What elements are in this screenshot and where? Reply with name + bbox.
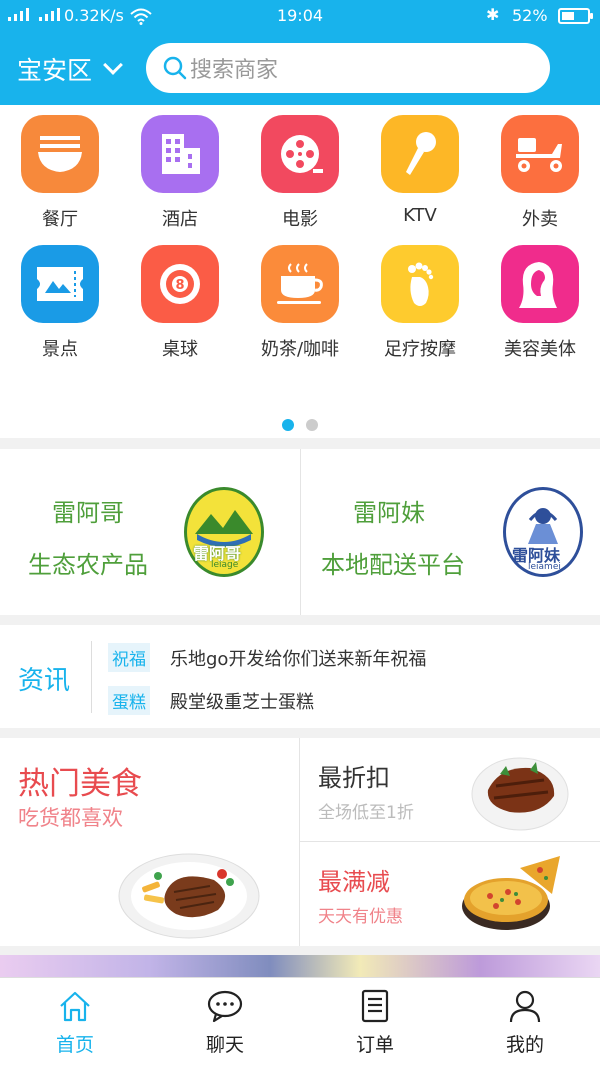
city-selector[interactable]: 宝安区 bbox=[17, 51, 123, 87]
status-bar: 0.32K/s 19:04 ✱ 52% bbox=[0, 0, 600, 33]
tab-chat[interactable]: 聊天 bbox=[150, 978, 300, 1067]
promo-section: 雷阿哥 生态农产品 雷阿哥 leiage 雷阿妹 本地配送平台 雷阿妹 leia… bbox=[0, 449, 600, 615]
category-label: 美容美体 bbox=[504, 339, 576, 360]
discount-card[interactable]: 最折扣 全场低至1折 bbox=[300, 738, 600, 841]
bottom-tab-bar: 首页 聊天 订单 我的 bbox=[0, 977, 600, 1067]
category-label: KTV bbox=[403, 205, 437, 226]
leiamei-logo: 雷阿妹 leiamei bbox=[503, 487, 583, 577]
home-icon bbox=[60, 991, 90, 1022]
city-label: 宝安区 bbox=[17, 56, 93, 85]
promo-title: 雷阿哥 bbox=[52, 499, 124, 527]
braised-meat-image bbox=[471, 757, 569, 831]
category-label: 酒店 bbox=[162, 209, 198, 230]
leiage-logo: 雷阿哥 leiage bbox=[184, 487, 264, 577]
full-cut-card[interactable]: 最满减 天天有优惠 bbox=[300, 842, 600, 945]
tab-label: 订单 bbox=[355, 1034, 394, 1056]
food-section: 热门美食 吃货都喜欢 最折扣 全场低至1折 最满减 天天有优惠 bbox=[0, 738, 600, 946]
category-label: 奶茶/咖啡 bbox=[260, 339, 340, 360]
user-icon bbox=[509, 990, 541, 1023]
bluetooth-icon: ✱ bbox=[486, 5, 500, 24]
page-indicator bbox=[0, 419, 600, 431]
tab-label: 我的 bbox=[505, 1034, 544, 1056]
microphone-icon bbox=[381, 115, 459, 193]
chat-bubble-icon bbox=[207, 990, 243, 1023]
leiage-logo-sub: leiage bbox=[211, 560, 239, 570]
category-label: 餐厅 bbox=[42, 209, 78, 230]
tab-label: 首页 bbox=[55, 1034, 94, 1056]
news-text: 殿堂级重芝士蛋糕 bbox=[170, 691, 314, 713]
leiamei-logo-sub: leiamei bbox=[528, 562, 561, 572]
category-coffee[interactable]: 奶茶/咖啡 bbox=[240, 245, 360, 361]
top-header: 宝安区 搜索商家 bbox=[0, 33, 600, 105]
news-item[interactable]: 祝福 乐地go开发给你们送来新年祝福 bbox=[108, 643, 426, 672]
promo-leiamei[interactable]: 雷阿妹 本地配送平台 雷阿妹 leiamei bbox=[300, 449, 600, 615]
category-label: 桌球 bbox=[162, 339, 198, 360]
promo-subtitle: 本地配送平台 bbox=[321, 551, 465, 579]
tab-home[interactable]: 首页 bbox=[0, 978, 150, 1067]
search-icon bbox=[163, 56, 187, 80]
news-section: 资讯 祝福 乐地go开发给你们送来新年祝福 蛋糕 殿堂级重芝士蛋糕 bbox=[0, 625, 600, 728]
news-item[interactable]: 蛋糕 殿堂级重芝士蛋糕 bbox=[108, 686, 314, 715]
category-label: 景点 bbox=[42, 339, 78, 360]
category-restaurant[interactable]: 餐厅 bbox=[0, 115, 120, 231]
hotel-building-icon bbox=[141, 115, 219, 193]
pizza-image bbox=[462, 856, 560, 930]
news-tag: 蛋糕 bbox=[108, 686, 150, 715]
discount-subtitle: 全场低至1折 bbox=[318, 803, 414, 823]
category-label: 外卖 bbox=[522, 209, 558, 230]
search-placeholder: 搜索商家 bbox=[190, 58, 279, 83]
promo-subtitle: 生态农产品 bbox=[28, 551, 148, 579]
woman-profile-icon bbox=[501, 245, 579, 323]
page-dot-active bbox=[282, 419, 294, 431]
hot-food-subtitle: 吃货都喜欢 bbox=[18, 806, 123, 830]
promo-leiage[interactable]: 雷阿哥 生态农产品 雷阿哥 leiage bbox=[0, 449, 300, 615]
news-tag: 祝福 bbox=[108, 643, 150, 672]
tab-orders[interactable]: 订单 bbox=[300, 978, 450, 1067]
search-input[interactable]: 搜索商家 bbox=[146, 43, 550, 93]
full-cut-subtitle: 天天有优惠 bbox=[318, 907, 403, 927]
steak-plate-image bbox=[118, 853, 260, 939]
battery-icon bbox=[558, 8, 593, 24]
promo-title: 雷阿妹 bbox=[353, 499, 425, 527]
category-beauty[interactable]: 美容美体 bbox=[480, 245, 600, 361]
category-label: 电影 bbox=[282, 209, 318, 230]
promo-banner[interactable] bbox=[0, 955, 600, 977]
coffee-cup-icon bbox=[261, 245, 339, 323]
category-attraction[interactable]: 景点 bbox=[0, 245, 120, 361]
category-billiards[interactable]: 8 桌球 bbox=[120, 245, 240, 361]
discount-title: 最折扣 bbox=[318, 764, 390, 792]
category-grid: 餐厅 酒店 电影 KTV 外卖 景点 8 桌球 奶茶/咖啡 足疗按摩 美容美体 bbox=[0, 105, 600, 438]
tab-profile[interactable]: 我的 bbox=[450, 978, 600, 1067]
category-foot-massage[interactable]: 足疗按摩 bbox=[360, 245, 480, 361]
category-ktv[interactable]: KTV bbox=[360, 115, 480, 226]
category-hotel[interactable]: 酒店 bbox=[120, 115, 240, 231]
ticket-icon bbox=[21, 245, 99, 323]
news-text: 乐地go开发给你们送来新年祝福 bbox=[170, 648, 427, 670]
chevron-down-icon bbox=[103, 55, 123, 75]
category-movie[interactable]: 电影 bbox=[240, 115, 360, 231]
category-takeout[interactable]: 外卖 bbox=[480, 115, 600, 231]
full-cut-title: 最满减 bbox=[318, 868, 390, 896]
noodle-bowl-icon bbox=[21, 115, 99, 193]
news-divider bbox=[91, 641, 92, 713]
news-title: 资讯 bbox=[18, 666, 71, 696]
tab-label: 聊天 bbox=[205, 1034, 244, 1056]
svg-text:8: 8 bbox=[175, 278, 184, 293]
foot-icon bbox=[381, 245, 459, 323]
status-time: 19:04 bbox=[276, 6, 324, 25]
category-label: 足疗按摩 bbox=[384, 339, 456, 360]
battery-percent: 52% bbox=[512, 6, 548, 25]
hot-food-card[interactable]: 热门美食 吃货都喜欢 bbox=[0, 738, 300, 946]
order-list-icon bbox=[361, 989, 389, 1023]
film-reel-icon bbox=[261, 115, 339, 193]
billiard-ball-icon: 8 bbox=[141, 245, 219, 323]
page-dot bbox=[306, 419, 318, 431]
hot-food-title: 热门美食 bbox=[18, 766, 142, 802]
scooter-icon bbox=[501, 115, 579, 193]
